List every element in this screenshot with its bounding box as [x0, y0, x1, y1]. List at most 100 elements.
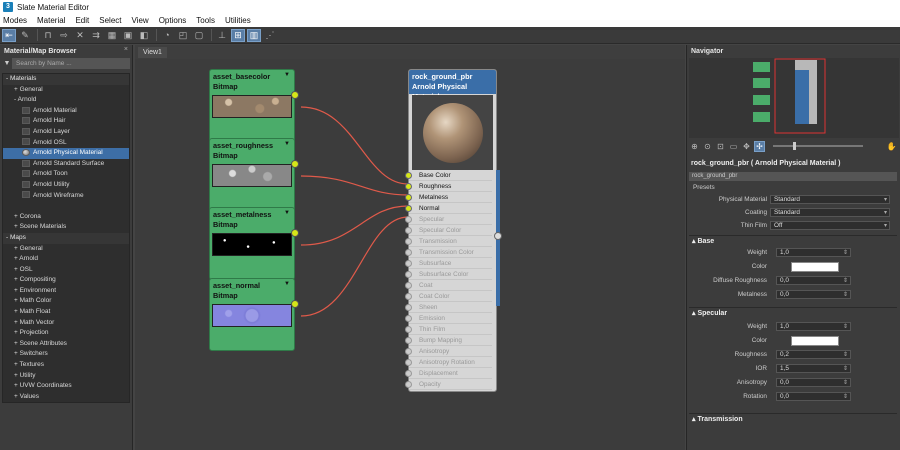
zoom-icon[interactable]: ⊙	[702, 141, 713, 152]
material-slot[interactable]: Coat	[405, 280, 492, 291]
input-socket[interactable]	[405, 227, 412, 234]
frame-selected-icon[interactable]: ✢	[754, 140, 765, 152]
material-node-header[interactable]: rock_ground_pbr Arnold Physical Material	[409, 70, 496, 101]
show-map-icon[interactable]: ▣	[121, 29, 135, 42]
tree-item[interactable]: + Textures	[3, 360, 129, 371]
material-slot[interactable]: Transmission	[405, 236, 492, 247]
material-slot[interactable]: Specular Color	[405, 225, 492, 236]
layout-children-icon[interactable]: ◰	[176, 29, 190, 42]
metalness-field[interactable]: 0,0 ⇕	[776, 290, 851, 299]
menu-view[interactable]: View	[132, 16, 149, 25]
menu-utilities[interactable]: Utilities	[225, 16, 251, 25]
options-arrow-icon[interactable]: ▼	[2, 60, 12, 67]
tree-item[interactable]: + Environment	[3, 286, 129, 297]
output-socket[interactable]	[291, 160, 299, 168]
input-socket[interactable]	[405, 205, 412, 212]
pan-icon[interactable]: ✥	[741, 141, 752, 152]
material-slot[interactable]: Thin Film	[405, 324, 492, 335]
spec-color-swatch[interactable]	[791, 336, 839, 346]
eyedropper-icon[interactable]: ✎	[18, 29, 32, 42]
coating-dropdown[interactable]: Standard ▾	[770, 208, 890, 217]
tree-item[interactable]: + Math Color	[3, 296, 129, 307]
input-socket[interactable]	[405, 326, 412, 333]
material-slot[interactable]: Transmission Color	[405, 247, 492, 258]
material-id-icon[interactable]: ▢	[192, 29, 206, 42]
tree-category[interactable]: - Maps	[3, 232, 129, 244]
input-socket[interactable]	[405, 183, 412, 190]
material-slot[interactable]: Base Color	[405, 170, 492, 181]
input-socket[interactable]	[405, 238, 412, 245]
node-header[interactable]: asset_normal Bitmap	[210, 279, 294, 303]
material-slot[interactable]: Normal	[405, 203, 492, 214]
input-socket[interactable]	[405, 249, 412, 256]
zoom-slider-handle[interactable]	[793, 142, 796, 150]
tree-item[interactable]: Arnold Layer	[3, 127, 129, 138]
menu-tools[interactable]: Tools	[196, 16, 215, 25]
zoom-region-icon[interactable]: ⊡	[715, 141, 726, 152]
material-slot[interactable]: Sheen	[405, 302, 492, 313]
select-icon[interactable]: ⊥	[215, 29, 229, 42]
tree-item[interactable]: Arnold Physical Material	[3, 148, 129, 159]
menu-select[interactable]: Select	[99, 16, 121, 25]
tree-item[interactable]: Arnold Wireframe	[3, 191, 129, 202]
input-socket[interactable]	[405, 260, 412, 267]
section-transmission[interactable]: ▴ Transmission	[689, 413, 897, 423]
input-socket[interactable]	[405, 370, 412, 377]
show-background-icon[interactable]: ◧	[137, 29, 151, 42]
zoom-slider[interactable]	[773, 142, 863, 150]
navigator-toggle-icon[interactable]: ⊞	[231, 28, 245, 42]
tree-item[interactable]: + Projection	[3, 328, 129, 339]
input-socket[interactable]	[405, 359, 412, 366]
delete-icon[interactable]: ✕	[73, 29, 87, 42]
tree-category[interactable]: - Materials	[3, 74, 129, 85]
tree-item[interactable]: + General	[3, 244, 129, 255]
diffuse-roughness-field[interactable]: 0,0 ⇕	[776, 276, 851, 285]
tree-item[interactable]: + OSL	[3, 265, 129, 276]
tree-item[interactable]: + Corona	[3, 212, 129, 223]
collapse-arrow-icon[interactable]: ▼	[284, 281, 290, 287]
bitmap-node[interactable]: asset_basecolor Bitmap ▼	[209, 69, 299, 142]
tree-item[interactable]: Arnold Utility	[3, 180, 129, 191]
material-slot[interactable]: Roughness	[405, 181, 492, 192]
tree-item[interactable]: Arnold Toon	[3, 169, 129, 180]
input-socket[interactable]	[405, 172, 412, 179]
material-slot[interactable]: Displacement	[405, 368, 492, 379]
menu-edit[interactable]: Edit	[75, 16, 89, 25]
input-socket[interactable]	[405, 216, 412, 223]
input-socket[interactable]	[405, 194, 412, 201]
tree-item[interactable]: Arnold Material	[3, 106, 129, 117]
node-header[interactable]: asset_basecolor Bitmap	[210, 70, 294, 94]
navigator-view[interactable]	[689, 58, 899, 138]
hide-unused-icon[interactable]: ▦	[105, 29, 119, 42]
input-socket[interactable]	[405, 337, 412, 344]
input-socket[interactable]	[405, 293, 412, 300]
physical-material-dropdown[interactable]: Standard ▾	[770, 195, 890, 204]
tab-view1[interactable]: View1	[138, 47, 167, 58]
layout-all-icon[interactable]: ◔	[160, 29, 174, 42]
node-canvas[interactable]: asset_basecolor Bitmap ▼ asset_roughness Bit…	[135, 59, 685, 450]
material-slot[interactable]: Specular	[405, 214, 492, 225]
frame-icon[interactable]: ▭	[728, 141, 739, 152]
tree-item[interactable]: Arnold OSL	[3, 138, 129, 149]
spec-roughness-field[interactable]: 0,2 ⇕	[776, 350, 851, 359]
bitmap-node[interactable]: asset_normal Bitmap ▼	[209, 278, 299, 351]
output-socket[interactable]	[291, 300, 299, 308]
material-slot[interactable]: Anisotropy Rotation	[405, 357, 492, 368]
material-slot[interactable]: Bump Mapping	[405, 335, 492, 346]
material-name-field[interactable]: rock_ground_pbr	[689, 172, 897, 181]
rotation-field[interactable]: 0,0 ⇕	[776, 392, 851, 401]
close-icon[interactable]: ×	[124, 46, 128, 53]
input-socket[interactable]	[405, 282, 412, 289]
lasso-icon[interactable]: ⋰	[263, 29, 277, 42]
collapse-arrow-icon[interactable]: ▼	[284, 210, 290, 216]
parameter-editor-toggle-icon[interactable]: ▥	[247, 28, 261, 42]
tree-item[interactable]: + Utility	[3, 371, 129, 382]
input-socket[interactable]	[405, 381, 412, 388]
anisotropy-field[interactable]: 0,0 ⇕	[776, 378, 851, 387]
search-input[interactable]: Search by Name ...	[12, 58, 130, 69]
tree-item[interactable]: + Compositing	[3, 275, 129, 286]
node-header[interactable]: asset_metalness Bitmap	[210, 208, 294, 232]
output-socket[interactable]	[291, 229, 299, 237]
pick-material-icon[interactable]: ⇤	[2, 28, 16, 42]
bitmap-node[interactable]: asset_roughness Bitmap ▼	[209, 138, 299, 211]
